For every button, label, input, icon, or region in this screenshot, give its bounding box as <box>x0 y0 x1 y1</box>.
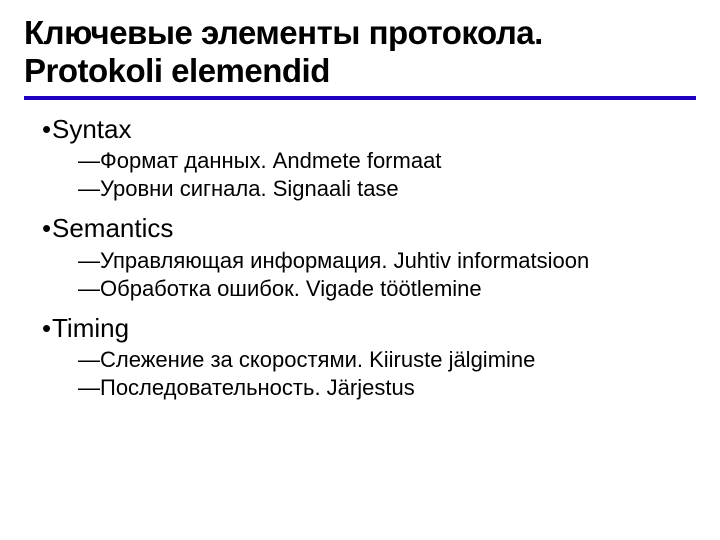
list-item: • Syntax <box>24 114 696 145</box>
list-subitem: — Последовательность. Järjestus <box>24 374 696 402</box>
list-subitem-label: Формат данных. Andmete formaat <box>100 147 441 175</box>
title-line-1: Ключевые элементы протокола. <box>24 14 543 51</box>
title-line-2: Protokoli elemendid <box>24 52 330 89</box>
list-subitem-label: Слежение за скоростями. Kiiruste jälgimi… <box>100 346 535 374</box>
sublist: — Слежение за скоростями. Kiiruste jälgi… <box>24 346 696 402</box>
list-subitem: — Обработка ошибок. Vigade töötlemine <box>24 275 696 303</box>
list-item-label: Timing <box>52 313 129 344</box>
sublist: — Формат данных. Andmete formaat — Уровн… <box>24 147 696 203</box>
list-item: • Semantics <box>24 213 696 244</box>
dash-icon: — <box>78 175 100 203</box>
list-item: • Timing <box>24 313 696 344</box>
list-subitem: — Управляющая информация. Juhtiv informa… <box>24 247 696 275</box>
dash-icon: — <box>78 275 100 303</box>
bullet-icon: • <box>24 114 52 145</box>
list-subitem: — Уровни сигнала. Signaali tase <box>24 175 696 203</box>
slide-title: Ключевые элементы протокола. Protokoli e… <box>24 14 696 90</box>
dash-icon: — <box>78 346 100 374</box>
list-subitem-label: Управляющая информация. Juhtiv informats… <box>100 247 589 275</box>
list-subitem: — Формат данных. Andmete formaat <box>24 147 696 175</box>
dash-icon: — <box>78 247 100 275</box>
bullet-list: • Syntax — Формат данных. Andmete formaa… <box>24 114 696 403</box>
bullet-icon: • <box>24 313 52 344</box>
dash-icon: — <box>78 374 100 402</box>
dash-icon: — <box>78 147 100 175</box>
bullet-icon: • <box>24 213 52 244</box>
sublist: — Управляющая информация. Juhtiv informa… <box>24 247 696 303</box>
list-subitem-label: Обработка ошибок. Vigade töötlemine <box>100 275 482 303</box>
list-subitem: — Слежение за скоростями. Kiiruste jälgi… <box>24 346 696 374</box>
title-underline <box>24 96 696 100</box>
slide: Ключевые элементы протокола. Protokoli e… <box>0 0 720 540</box>
list-subitem-label: Последовательность. Järjestus <box>100 374 415 402</box>
list-item-label: Syntax <box>52 114 132 145</box>
list-item-label: Semantics <box>52 213 173 244</box>
list-subitem-label: Уровни сигнала. Signaali tase <box>100 175 399 203</box>
